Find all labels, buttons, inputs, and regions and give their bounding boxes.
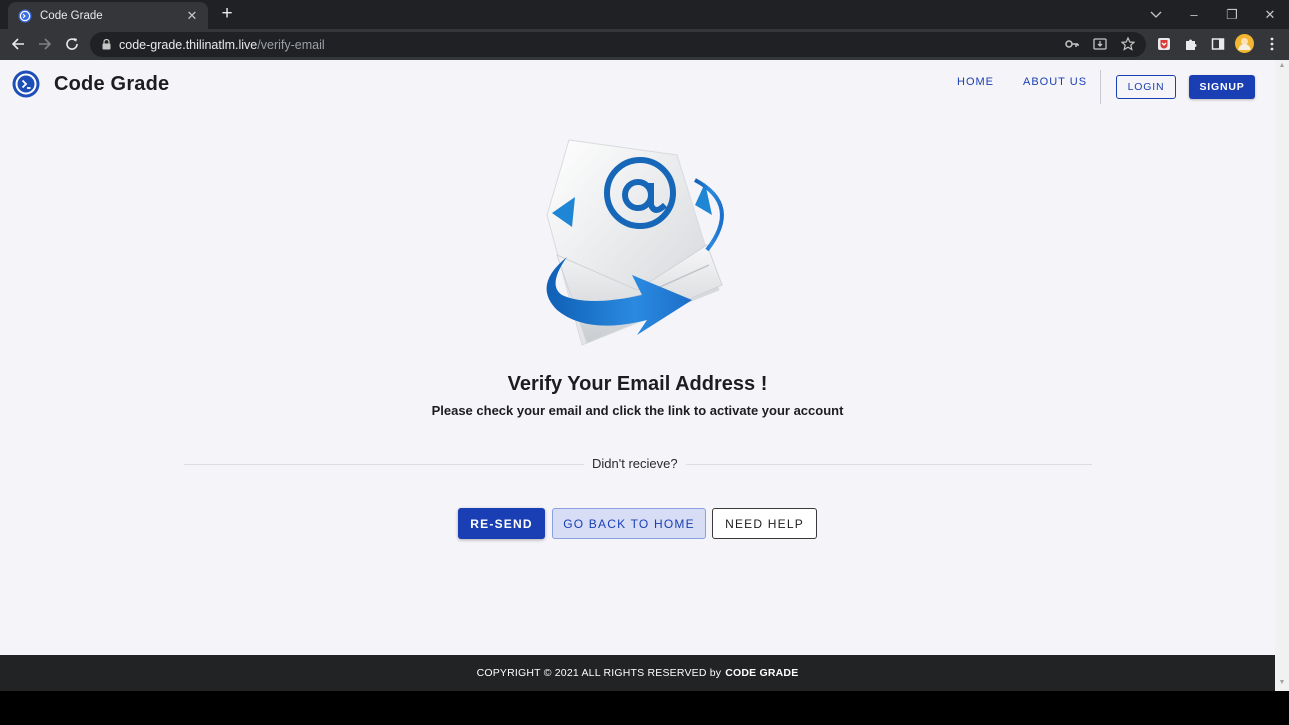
- nav-divider: [1100, 70, 1101, 104]
- tab-title: Code Grade: [40, 9, 103, 22]
- didnt-receive-text: Didn't recieve?: [584, 456, 686, 471]
- scroll-down-icon[interactable]: ▼: [1275, 679, 1289, 689]
- site-logo[interactable]: Code Grade: [12, 70, 169, 98]
- main-nav: HOME ABOUT US: [957, 76, 1087, 88]
- close-window-button[interactable]: ✕: [1251, 0, 1289, 29]
- page: Code Grade HOME ABOUT US LOGIN SIGNUP Ve…: [0, 60, 1275, 655]
- install-app-icon[interactable]: [1092, 36, 1108, 52]
- browser-tab-strip: Code Grade ✕ + – ❐ ✕: [0, 0, 1289, 29]
- extension-red-icon[interactable]: [1154, 34, 1173, 53]
- kebab-menu-icon[interactable]: [1262, 34, 1281, 53]
- browser-toolbar: code-grade.thilinatlm.live/verify-email: [0, 29, 1289, 60]
- page-title: Verify Your Email Address !: [507, 373, 768, 395]
- brand-name: Code Grade: [54, 72, 170, 95]
- address-bar[interactable]: code-grade.thilinatlm.live/verify-email: [90, 32, 1146, 57]
- site-footer: COPYRIGHT © 2021 ALL RIGHTS RESERVED by …: [0, 655, 1275, 691]
- reload-icon[interactable]: [62, 34, 82, 54]
- browser-tab[interactable]: Code Grade ✕: [8, 2, 208, 29]
- page-scrollbar[interactable]: ▲ ▼: [1275, 60, 1289, 691]
- code-grade-logo-icon: [12, 70, 40, 98]
- email-envelope-icon: [546, 139, 724, 346]
- forward-arrow-icon[interactable]: [35, 34, 55, 54]
- nav-about-link[interactable]: ABOUT US: [1023, 76, 1087, 88]
- url-host: code-grade.thilinatlm.live: [119, 37, 258, 52]
- window-controls: – ❐ ✕: [1137, 0, 1289, 29]
- screen-bottom-bar: [0, 691, 1289, 725]
- footer-brand: CODE GRADE: [725, 667, 799, 679]
- login-button[interactable]: LOGIN: [1116, 75, 1176, 99]
- puzzle-icon[interactable]: [1181, 34, 1200, 53]
- go-back-home-button[interactable]: GO BACK TO HOME: [552, 508, 706, 539]
- key-icon[interactable]: [1064, 36, 1080, 52]
- scroll-up-icon[interactable]: ▲: [1275, 62, 1289, 72]
- avatar[interactable]: [1235, 34, 1254, 53]
- footer-copyright: COPYRIGHT © 2021 ALL RIGHTS RESERVED by: [476, 667, 722, 679]
- resend-button[interactable]: RE-SEND: [458, 508, 545, 539]
- close-tab-icon[interactable]: ✕: [184, 8, 200, 24]
- minimize-button[interactable]: –: [1175, 0, 1213, 29]
- nav-home-link[interactable]: HOME: [957, 76, 994, 88]
- new-tab-button[interactable]: +: [216, 3, 238, 25]
- code-grade-favicon-icon: [18, 9, 32, 23]
- restore-button[interactable]: ❐: [1213, 0, 1251, 29]
- tab-search-icon[interactable]: [1137, 0, 1175, 29]
- page-subtitle: Please check your email and click the li…: [431, 403, 844, 418]
- signup-button[interactable]: SIGNUP: [1189, 75, 1255, 99]
- side-panel-icon[interactable]: [1208, 34, 1227, 53]
- url-path: /verify-email: [257, 37, 325, 52]
- need-help-button[interactable]: NEED HELP: [712, 508, 817, 539]
- lock-icon[interactable]: [102, 39, 111, 50]
- star-icon[interactable]: [1120, 36, 1136, 52]
- back-arrow-icon[interactable]: [8, 34, 28, 54]
